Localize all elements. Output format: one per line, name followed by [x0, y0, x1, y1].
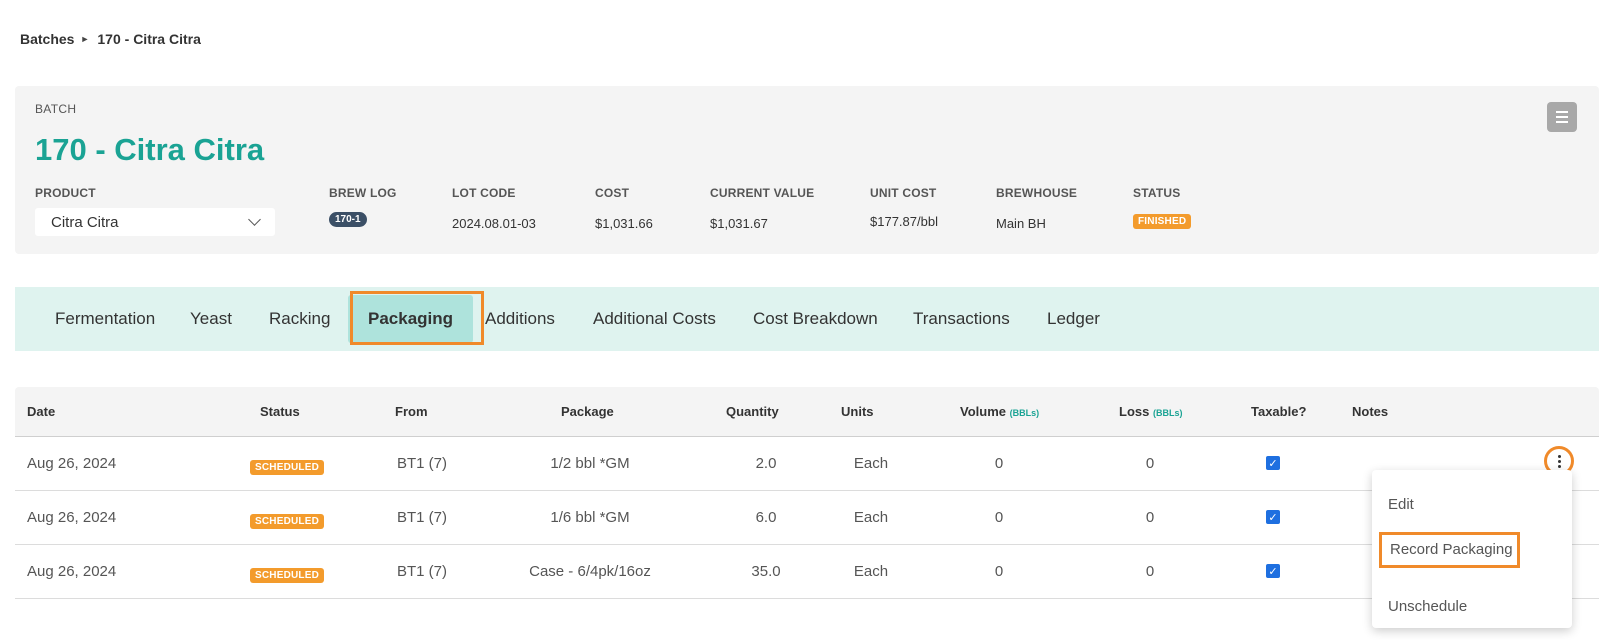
column-header-package: Package	[561, 404, 614, 419]
lot-code-label: LOT CODE	[452, 186, 516, 200]
status-label: STATUS	[1133, 186, 1181, 200]
product-select[interactable]: Citra Citra	[35, 208, 275, 236]
brewhouse-label: BREWHOUSE	[996, 186, 1078, 200]
tab-transactions[interactable]: Transactions	[913, 287, 1010, 351]
row-taxable-checkbox[interactable]: ✓	[1266, 510, 1280, 524]
cost-label: COST	[595, 186, 630, 200]
tab-additions[interactable]: Additions	[485, 287, 555, 351]
row-date: Aug 26, 2024	[27, 509, 117, 526]
row-date: Aug 26, 2024	[27, 563, 117, 580]
product-select-value: Citra Citra	[51, 213, 119, 231]
current-value-label: CURRENT VALUE	[710, 186, 815, 200]
row-from: BT1 (7)	[397, 563, 448, 580]
tab-additional-costs[interactable]: Additional Costs	[593, 287, 716, 351]
tab-cost-breakdown[interactable]: Cost Breakdown	[753, 287, 878, 351]
row-quantity: 35.0	[751, 563, 781, 580]
row-from: BT1 (7)	[397, 455, 448, 472]
table-row: Aug 26, 2024 SCHEDULED BT1 (7) Case - 6/…	[15, 545, 1599, 599]
volume-header-label: Volume	[960, 404, 1006, 419]
row-volume: 0	[994, 563, 1004, 580]
row-taxable-checkbox[interactable]: ✓	[1266, 564, 1280, 578]
tab-bar: Fermentation Yeast Racking Packaging Add…	[15, 287, 1599, 351]
column-header-status: Status	[260, 404, 300, 419]
table-header: Date Status From Package Quantity Units …	[15, 387, 1599, 437]
brew-log-link[interactable]: 170-1	[329, 212, 367, 227]
row-from: BT1 (7)	[397, 509, 448, 526]
row-units: Each	[853, 509, 889, 526]
row-volume: 0	[994, 455, 1004, 472]
tab-yeast[interactable]: Yeast	[190, 287, 232, 351]
row-loss: 0	[1145, 509, 1155, 526]
row-status-badge: SCHEDULED	[250, 460, 325, 475]
breadcrumb-separator-icon: ►	[80, 34, 90, 44]
row-status-badge: SCHEDULED	[250, 568, 325, 583]
volume-header-unit: (BBLs)	[1009, 408, 1040, 418]
row-quantity: 2.0	[755, 455, 777, 472]
chevron-down-icon	[248, 213, 261, 226]
menu-item-unschedule[interactable]: Unschedule	[1388, 598, 1467, 615]
table-row: Aug 26, 2024 SCHEDULED BT1 (7) 1/2 bbl *…	[15, 437, 1599, 491]
row-loss: 0	[1145, 455, 1155, 472]
status-badge: FINISHED	[1133, 214, 1192, 229]
row-status-badge: SCHEDULED	[250, 514, 325, 529]
batch-label: BATCH	[35, 102, 77, 116]
row-date: Aug 26, 2024	[27, 455, 117, 472]
row-actions-menu: Edit Record Packaging Unschedule	[1372, 470, 1572, 628]
batch-menu-button[interactable]	[1547, 102, 1577, 132]
breadcrumb: Batches ► 170 - Citra Citra	[20, 31, 201, 47]
record-packaging-highlight	[1379, 532, 1520, 568]
column-header-date: Date	[27, 404, 56, 419]
column-header-notes: Notes	[1352, 404, 1389, 419]
tab-ledger[interactable]: Ledger	[1047, 287, 1100, 351]
row-units: Each	[853, 563, 889, 580]
breadcrumb-batches-link[interactable]: Batches	[20, 31, 74, 47]
tab-racking[interactable]: Racking	[269, 287, 330, 351]
row-package: 1/2 bbl *GM	[550, 455, 630, 472]
table-row: Aug 26, 2024 SCHEDULED BT1 (7) 1/6 bbl *…	[15, 491, 1599, 545]
menu-item-edit[interactable]: Edit	[1388, 496, 1414, 513]
row-volume: 0	[994, 509, 1004, 526]
row-units: Each	[853, 455, 889, 472]
column-header-volume: Volume (BBLs)	[960, 404, 1039, 419]
brew-log-label: BREW LOG	[329, 186, 397, 200]
product-label: PRODUCT	[35, 186, 96, 200]
loss-header-unit: (BBLs)	[1152, 408, 1183, 418]
column-header-from: From	[395, 404, 428, 419]
column-header-loss: Loss (BBLs)	[1119, 404, 1182, 419]
brewhouse-value: Main BH	[996, 216, 1046, 231]
row-quantity: 6.0	[755, 509, 777, 526]
batch-title: 170 - Citra Citra	[35, 132, 265, 167]
unit-cost-label: UNIT COST	[870, 186, 937, 200]
loss-header-label: Loss	[1119, 404, 1150, 419]
column-header-taxable: Taxable?	[1251, 404, 1307, 419]
tab-fermentation[interactable]: Fermentation	[55, 287, 155, 351]
row-package: 1/6 bbl *GM	[550, 509, 630, 526]
lot-code-value: 2024.08.01-03	[452, 216, 536, 231]
current-value-value: $1,031.67	[710, 216, 768, 231]
row-taxable-checkbox[interactable]: ✓	[1266, 456, 1280, 470]
packaging-tab-highlight	[350, 291, 484, 345]
column-header-quantity: Quantity	[726, 404, 779, 419]
packaging-table: Date Status From Package Quantity Units …	[15, 387, 1599, 599]
breadcrumb-current: 170 - Citra Citra	[97, 31, 201, 47]
column-header-units: Units	[841, 404, 874, 419]
cost-value: $1,031.66	[595, 216, 653, 231]
batch-summary-card: BATCH 170 - Citra Citra PRODUCT Citra Ci…	[15, 86, 1599, 254]
unit-cost-value: $177.87/bbl	[870, 214, 938, 229]
row-package: Case - 6/4pk/16oz	[529, 563, 651, 580]
row-loss: 0	[1145, 563, 1155, 580]
